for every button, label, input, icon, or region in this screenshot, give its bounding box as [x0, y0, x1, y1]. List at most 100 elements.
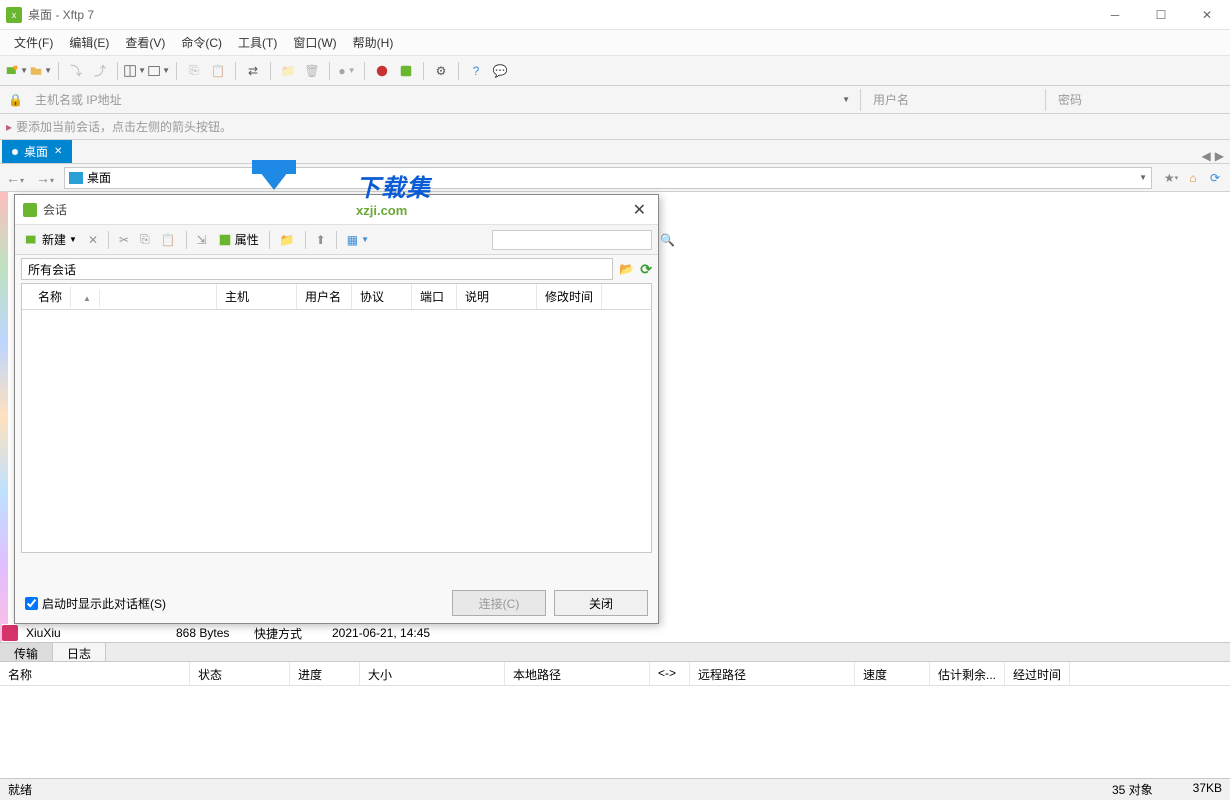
search-input[interactable] [493, 233, 656, 247]
col-elapsed[interactable]: 经过时间 [1005, 662, 1070, 685]
transfer-columns: 名称 状态 进度 大小 本地路径 <-> 远程路径 速度 估计剩余... 经过时… [0, 662, 1230, 686]
help-icon[interactable]: ? [465, 60, 487, 82]
settings-icon[interactable]: ⚙ [430, 60, 452, 82]
tab-status-icon [12, 149, 18, 155]
tab-log[interactable]: 日志 [53, 643, 106, 661]
open-folder-icon[interactable]: 📂 [619, 262, 634, 276]
col-session-mtime[interactable]: 修改时间 [537, 284, 602, 309]
tab-scroll-left[interactable]: ◀ [1202, 149, 1211, 163]
col-local[interactable]: 本地路径 [505, 662, 650, 685]
tab-scroll-right[interactable]: ▶ [1215, 149, 1224, 163]
session-tabstrip: 桌面 ✕ ◀ ▶ [0, 140, 1230, 164]
menu-help[interactable]: 帮助(H) [345, 31, 402, 54]
dlg-paste-icon[interactable]: 📋 [157, 229, 180, 251]
minimize-button[interactable]: ─ [1092, 0, 1138, 30]
session-list: 名称▲ 主机 用户名 协议 端口 说明 修改时间 [21, 283, 652, 553]
menu-view[interactable]: 查看(V) [117, 31, 173, 54]
menu-window[interactable]: 窗口(W) [285, 31, 344, 54]
col-session-port[interactable]: 端口 [412, 284, 457, 309]
new-button[interactable]: 新建▼ [21, 229, 81, 251]
path-box[interactable]: 桌面 ▼ [64, 167, 1152, 189]
delete-icon[interactable]: 🗑 [301, 60, 323, 82]
panel-icon[interactable]: ▼ [148, 60, 170, 82]
tab-transfer[interactable]: 传输 [0, 643, 53, 661]
session-tab[interactable]: 桌面 ✕ [2, 140, 72, 163]
xftp-icon[interactable] [395, 60, 417, 82]
statusbar: 就绪 35 对象 37KB [0, 778, 1230, 800]
file-row[interactable]: XiuXiu 868 Bytes 快捷方式 2021-06-21, 14:45 [2, 624, 1230, 642]
dlg-cut-icon[interactable]: ✂ [115, 229, 133, 251]
close-button-dialog[interactable]: 关闭 [554, 590, 648, 616]
transfer-icon[interactable]: ⇄ [242, 60, 264, 82]
open-session-icon[interactable]: ▼ [30, 60, 52, 82]
show-on-start-checkbox[interactable]: 启动时显示此对话框(S) [25, 595, 166, 612]
menu-command[interactable]: 命令(C) [173, 31, 230, 54]
host-dropdown[interactable]: ▼ [832, 95, 860, 104]
dlg-shortcut-icon[interactable]: ⇲ [193, 229, 211, 251]
transfer-tabs: 传输 日志 [0, 642, 1230, 662]
col-session-name[interactable]: 名称▲ [22, 284, 217, 309]
host-input[interactable] [31, 89, 832, 111]
connect-button[interactable]: 连接(C) [452, 590, 546, 616]
col-session-host[interactable]: 主机 [217, 284, 297, 309]
status-ready: 就绪 [8, 781, 32, 798]
paste-icon[interactable]: 📋 [207, 60, 229, 82]
col-eta[interactable]: 估计剩余... [930, 662, 1005, 685]
chat-icon[interactable]: 💬 [489, 60, 511, 82]
dialog-bottom: 启动时显示此对话框(S) 连接(C) 关闭 [15, 583, 658, 623]
dialog-title: 会话 [43, 201, 629, 218]
col-remote[interactable]: 远程路径 [690, 662, 855, 685]
up-icon[interactable]: ⬆ [312, 229, 330, 251]
menu-tool[interactable]: 工具(T) [230, 31, 285, 54]
search-icon[interactable]: 🔍 [656, 233, 679, 247]
password-input[interactable] [1054, 89, 1222, 111]
star-icon[interactable]: ★▾ [1162, 169, 1180, 187]
col-session-user[interactable]: 用户名 [297, 284, 352, 309]
stop-icon[interactable]: ●▼ [336, 60, 358, 82]
reconnect-icon[interactable]: ⤵ [65, 60, 87, 82]
username-input[interactable] [869, 89, 1037, 111]
home-icon[interactable]: ⌂ [1184, 169, 1202, 187]
refresh-icon[interactable]: ⟳ [1206, 169, 1224, 187]
folder-icon[interactable]: 📁 [276, 229, 299, 251]
col-session-desc[interactable]: 说明 [457, 284, 537, 309]
window-title: 桌面 - Xftp 7 [28, 6, 94, 23]
tab-close-icon[interactable]: ✕ [54, 146, 62, 157]
copy-icon[interactable]: ⎘ [183, 60, 205, 82]
col-name[interactable]: 名称 [0, 662, 190, 685]
dialog-path-row: 📂 ⟳ [15, 255, 658, 283]
refresh-sessions-icon[interactable]: ⟳ [640, 261, 652, 278]
col-size[interactable]: 大小 [360, 662, 505, 685]
maximize-button[interactable]: ☐ [1138, 0, 1184, 30]
hint-bar: ▸ 要添加当前会话，点击左侧的箭头按钮。 [0, 114, 1230, 140]
session-path-input[interactable] [21, 258, 613, 280]
main-toolbar: ▼ ▼ ⤵ ⤴ ▼ ▼ ⎘ 📋 ⇄ 📁 🗑 ●▼ ⚙ ? 💬 [0, 56, 1230, 86]
file-size: 868 Bytes [172, 626, 250, 640]
col-session-proto[interactable]: 协议 [352, 284, 412, 309]
menu-edit[interactable]: 编辑(E) [61, 31, 117, 54]
status-objects: 35 对象 [1112, 781, 1153, 798]
path-dropdown[interactable]: ▼ [1139, 173, 1147, 182]
xshell-icon[interactable] [371, 60, 393, 82]
file-type: 快捷方式 [250, 625, 328, 642]
col-status[interactable]: 状态 [190, 662, 290, 685]
props-button[interactable]: 属性 [214, 229, 263, 251]
col-speed[interactable]: 速度 [855, 662, 930, 685]
dlg-delete-icon[interactable]: ✕ [84, 229, 102, 251]
new-folder-icon[interactable]: 📁 [277, 60, 299, 82]
dlg-copy-icon[interactable]: ⎘ [136, 229, 154, 251]
col-progress[interactable]: 进度 [290, 662, 360, 685]
dialog-app-icon [23, 203, 37, 217]
dialog-titlebar: 会话 ✕ [15, 195, 658, 225]
dialog-close-icon[interactable]: ✕ [629, 200, 650, 220]
close-button[interactable]: ✕ [1184, 0, 1230, 30]
layout-icon[interactable]: ▼ [124, 60, 146, 82]
back-button[interactable]: ←▾ [0, 170, 30, 186]
new-session-icon[interactable]: ▼ [6, 60, 28, 82]
forward-button[interactable]: →▾ [30, 170, 60, 186]
view-icon[interactable]: ▦▼ [343, 229, 373, 251]
col-arrow[interactable]: <-> [650, 662, 690, 685]
menu-file[interactable]: 文件(F) [6, 31, 61, 54]
file-date: 2021-06-21, 14:45 [328, 626, 434, 640]
disconnect-icon[interactable]: ⤴ [89, 60, 111, 82]
